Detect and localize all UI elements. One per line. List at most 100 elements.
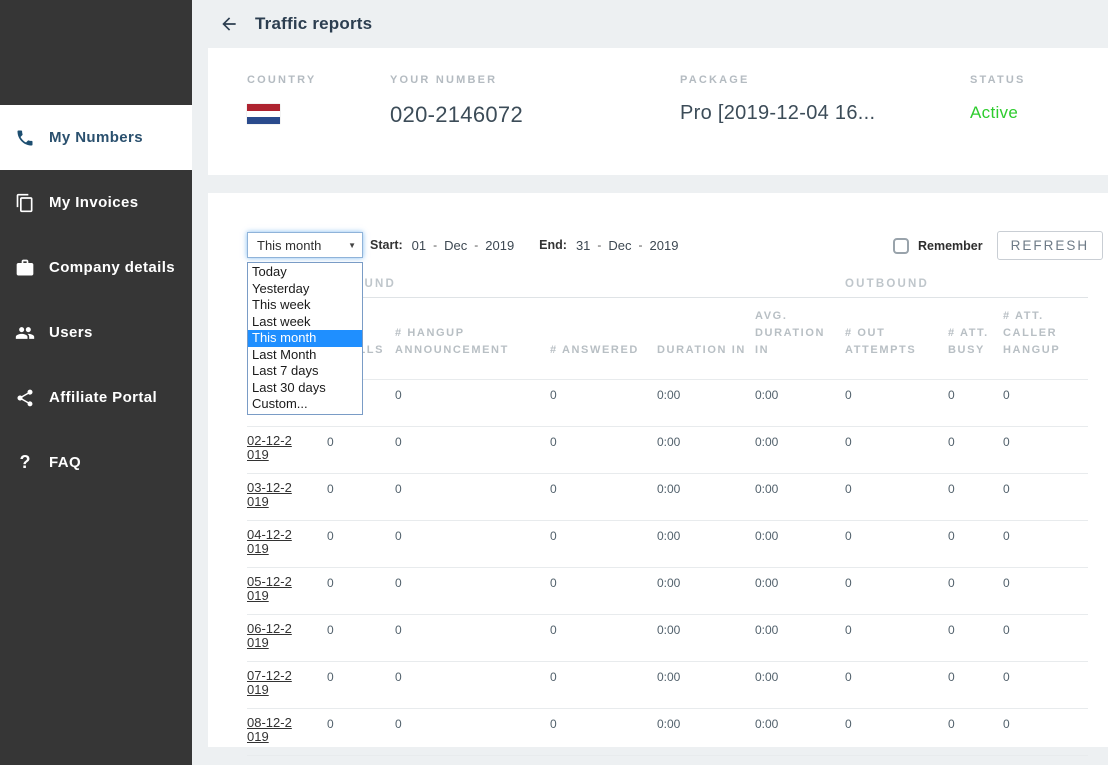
cell-avg-duration-in: 0:00: [755, 708, 846, 756]
dropdown-option[interactable]: Last 7 days: [248, 363, 362, 380]
sidebar-item-affiliate-portal[interactable]: Affiliate Portal: [0, 365, 192, 430]
cell-avg-duration-in: 0:00: [755, 614, 846, 662]
remember-label: Remember: [918, 238, 983, 253]
chevron-down-icon: ▼: [348, 240, 356, 250]
cell-hangup-announcement: 0: [395, 567, 550, 615]
back-arrow-icon[interactable]: [219, 14, 239, 34]
status-label: STATUS: [970, 74, 1026, 86]
date-cell: 05-12-2019: [247, 567, 327, 615]
cell-hangup-announcement: 0: [395, 614, 550, 662]
dropdown-option[interactable]: Custom...: [248, 396, 362, 413]
date-link[interactable]: 04-12-2019: [247, 528, 299, 556]
filter-right-controls: Remember REFRESH: [893, 231, 1104, 260]
table-row: 05-12-2019 0 0 0 0:00 0:00 0 0 0: [247, 567, 1089, 615]
cell-answered: 0: [550, 473, 657, 521]
cell-att-caller-hangup: 0: [1003, 520, 1089, 568]
date-link[interactable]: 05-12-2019: [247, 575, 299, 603]
dropdown-option[interactable]: Last 30 days: [248, 380, 362, 397]
briefcase-icon: [13, 257, 37, 279]
date-cell: 04-12-2019: [247, 520, 327, 568]
sidebar-item-users[interactable]: Users: [0, 300, 192, 365]
cell-answered: 0: [550, 520, 657, 568]
cell-avg-duration-in: 0:00: [755, 379, 846, 427]
cell-duration-in: 0:00: [657, 661, 755, 709]
status-column: STATUS Active: [970, 74, 1026, 123]
date-link[interactable]: 03-12-2019: [247, 481, 299, 509]
end-year-select[interactable]: 2019: [650, 238, 679, 253]
cell-duration-in: 0:00: [657, 708, 755, 756]
start-year-select[interactable]: 2019: [485, 238, 514, 253]
question-icon: ?: [19, 452, 31, 472]
status-badge: Active: [970, 103, 1019, 122]
sidebar-item-label: Users: [49, 324, 93, 341]
table-row: 08-12-2019 0 0 0 0:00 0:00 0 0 0: [247, 708, 1089, 756]
dropdown-option[interactable]: Yesterday: [248, 281, 362, 298]
cell-duration-in: 0:00: [657, 520, 755, 568]
date-range-dropdown: Today Yesterday This week Last week This…: [247, 262, 363, 415]
cell-duration-in: 0:00: [657, 614, 755, 662]
cell-out-attempts: 0: [845, 614, 949, 662]
date-cell: 03-12-2019: [247, 473, 327, 521]
date-link[interactable]: 08-12-2019: [247, 716, 299, 744]
end-day-select[interactable]: 31: [576, 238, 590, 253]
cell-hangup-announcement: 0: [395, 708, 550, 756]
cell-out-attempts: 0: [845, 520, 949, 568]
dropdown-option[interactable]: Today: [248, 264, 362, 281]
column-header-out-attempts: # OUT ATTEMPTS: [845, 297, 949, 380]
dropdown-option[interactable]: This month: [248, 330, 362, 347]
share-icon: [13, 387, 37, 409]
sidebar-item-my-invoices[interactable]: My Invoices: [0, 170, 192, 235]
dropdown-option[interactable]: This week: [248, 297, 362, 314]
phone-icon: [13, 127, 37, 149]
cell-calls: 0: [327, 567, 395, 615]
table-row: 04-12-2019 0 0 0 0:00 0:00 0 0 0: [247, 520, 1089, 568]
cell-att-busy: 0: [948, 708, 1004, 756]
table-row: 02-12-2019 0 0 0 0:00 0:00 0 0 0: [247, 426, 1089, 474]
cell-att-caller-hangup: 0: [1003, 661, 1089, 709]
dropdown-option[interactable]: Last Month: [248, 347, 362, 364]
date-cell: 07-12-2019: [247, 661, 327, 709]
cell-att-busy: 0: [948, 426, 1004, 474]
table-header-row: # CALLS # HANGUP ANNOUNCEMENT # ANSWERED…: [247, 297, 1089, 380]
cell-hangup-announcement: 0: [395, 661, 550, 709]
start-month-select[interactable]: Dec: [444, 238, 467, 253]
dash: -: [433, 238, 438, 252]
dash: -: [597, 238, 602, 252]
cell-out-attempts: 0: [845, 379, 949, 427]
cell-att-caller-hangup: 0: [1003, 708, 1089, 756]
refresh-button[interactable]: REFRESH: [996, 231, 1104, 260]
cell-calls: 0: [327, 708, 395, 756]
dropdown-option[interactable]: Last week: [248, 314, 362, 331]
sidebar-item-faq[interactable]: ? FAQ: [0, 430, 192, 495]
cell-answered: 0: [550, 708, 657, 756]
sidebar-item-company-details[interactable]: Company details: [0, 235, 192, 300]
phone-number-value: 020-2146072: [390, 102, 523, 127]
start-day-select[interactable]: 01: [412, 238, 426, 253]
cell-att-caller-hangup: 0: [1003, 614, 1089, 662]
date-link[interactable]: 07-12-2019: [247, 669, 299, 697]
main-content: Traffic reports COUNTRY YOUR NUMBER 020-…: [192, 0, 1108, 765]
country-column: COUNTRY: [247, 74, 316, 125]
cell-calls: 0: [327, 426, 395, 474]
remember-checkbox[interactable]: [893, 237, 909, 254]
traffic-table: INBOUND OUTBOUND # CALLS # HANGUP ANNOUN…: [247, 278, 1089, 756]
date-link[interactable]: 06-12-2019: [247, 622, 299, 650]
sidebar-item-my-numbers[interactable]: My Numbers: [0, 105, 192, 170]
your-number-column: YOUR NUMBER 020-2146072: [390, 74, 523, 128]
sidebar-logo-area: [0, 0, 192, 105]
sidebar: My Numbers My Invoices Company details U…: [0, 0, 192, 765]
date-range-select[interactable]: This month ▼: [247, 232, 363, 258]
column-header-hangup-announcement: # HANGUP ANNOUNCEMENT: [395, 297, 550, 380]
column-header-duration-in: DURATION IN: [657, 297, 755, 380]
dash: -: [474, 238, 479, 252]
cell-out-attempts: 0: [845, 567, 949, 615]
date-cell: 06-12-2019: [247, 614, 327, 662]
cell-duration-in: 0:00: [657, 473, 755, 521]
cell-hangup-announcement: 0: [395, 520, 550, 568]
date-link[interactable]: 02-12-2019: [247, 434, 299, 462]
traffic-report-card: This month ▼ Today Yesterday This week L…: [208, 193, 1108, 756]
sidebar-item-label: Company details: [49, 259, 176, 276]
cell-hangup-announcement: 0: [395, 473, 550, 521]
cell-calls: 0: [327, 473, 395, 521]
end-month-select[interactable]: Dec: [608, 238, 631, 253]
